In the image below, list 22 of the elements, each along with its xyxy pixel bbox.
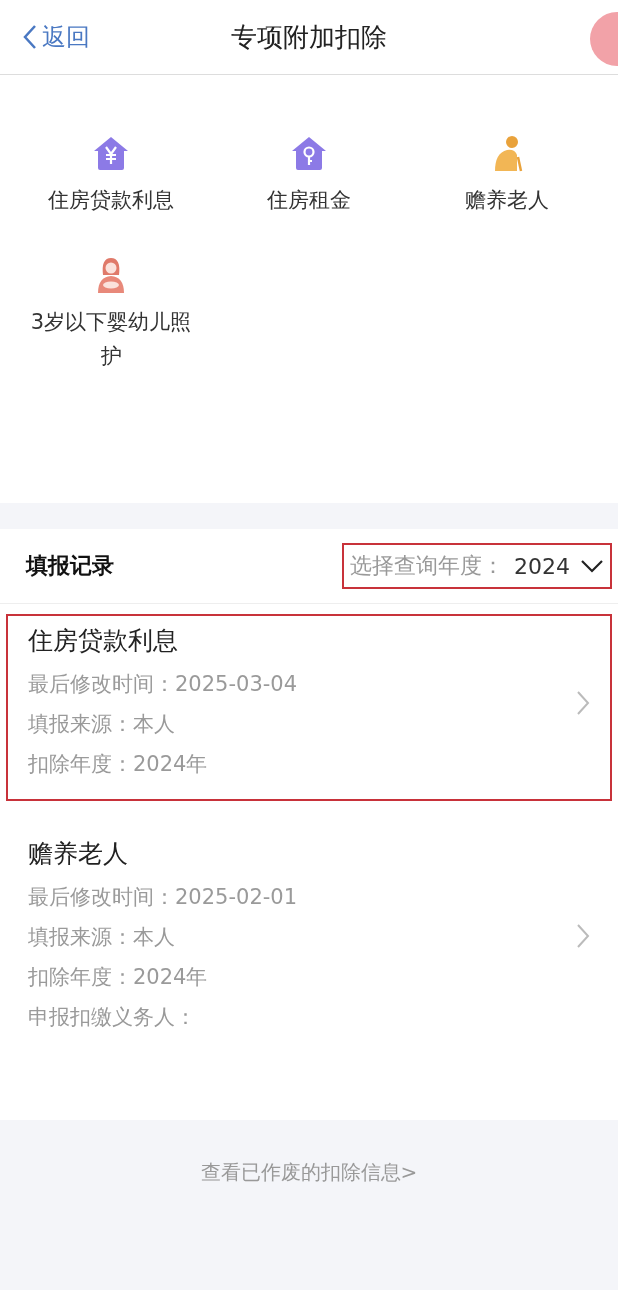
back-button[interactable]: 返回 bbox=[22, 21, 90, 53]
category-item[interactable]: 住房租金 bbox=[210, 133, 408, 217]
category-item[interactable]: 赡养老人 bbox=[408, 133, 606, 217]
chevron-right-icon bbox=[576, 689, 590, 716]
year-selector[interactable]: 选择查询年度： 2024 bbox=[342, 543, 612, 589]
category-item[interactable]: 住房贷款利息 bbox=[12, 133, 210, 217]
section-title: 填报记录 bbox=[26, 552, 114, 580]
category-item[interactable]: 3岁以下婴幼儿照护 bbox=[12, 255, 210, 373]
record-title: 住房贷款利息 bbox=[28, 625, 179, 657]
page-title: 专项附加扣除 bbox=[231, 21, 387, 52]
record-detail: 申报扣缴义务人： bbox=[28, 1004, 197, 1031]
chevron-left-icon bbox=[22, 24, 38, 50]
record-detail: 扣除年度：2024年 bbox=[28, 751, 209, 778]
record-detail: 填报来源：本人 bbox=[28, 924, 176, 951]
chevron-right-icon bbox=[576, 922, 590, 949]
record-detail: 最后修改时间：2025-02-01 bbox=[28, 884, 299, 911]
record-title: 赡养老人 bbox=[28, 838, 129, 870]
record-detail: 填报来源：本人 bbox=[28, 711, 176, 738]
chevron-down-icon bbox=[580, 559, 604, 573]
record-detail: 扣除年度：2024年 bbox=[28, 964, 209, 991]
record-detail: 最后修改时间：2025-03-04 bbox=[28, 671, 299, 698]
record-card[interactable]: 住房贷款利息 最后修改时间：2025-03-04 填报来源：本人 扣除年度：2024年 bbox=[6, 614, 612, 801]
